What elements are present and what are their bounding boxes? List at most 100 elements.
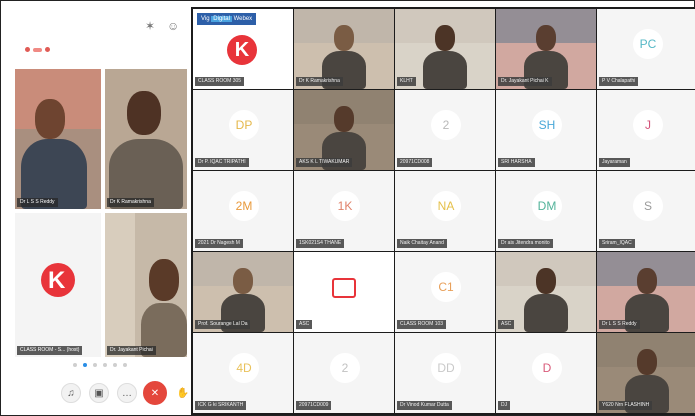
badge-prefix: Vig [201,16,210,22]
page-indicator[interactable] [73,363,127,367]
participant-tile[interactable]: Y620 Nrn FLASHINH [597,333,695,413]
page-dot[interactable] [93,363,97,367]
participant-head [127,91,161,135]
participant-tile[interactable]: Dr L S S Reddy [597,252,695,332]
page-dot[interactable] [103,363,107,367]
page-dot[interactable] [73,363,77,367]
participant-name: Dr ais Jitendra monito [498,239,553,248]
participant-name: Jayaraman [599,158,630,167]
video-icon[interactable]: ▣ [89,383,109,403]
participant-initials: DP [229,110,259,140]
participant-name: 2021 Dr Nagesh M [195,239,243,248]
participant-name: Naik Chaitay Anand [397,239,447,248]
person-icon[interactable]: ☺ [167,19,179,33]
participant-tile[interactable]: DP Dr P. IQAC TRIPATHI [193,90,293,170]
participant-tile[interactable]: 2 20971CD009 [294,333,394,413]
participant-tile[interactable]: ASC [496,252,596,332]
participant-name: Dr K Ramakrishna [107,198,154,207]
bluetooth-icon[interactable]: ✶ [145,19,155,33]
participant-gallery: Vig Digital Webex K CLASS ROOM 305 Dr K Ram… [191,7,695,415]
participant-initials: D [532,353,562,383]
participant-name: 20971CD008 [397,158,433,167]
rec-bar [33,47,42,52]
participant-name: Dr. Jayakant Pichai [107,346,156,355]
participant-initials: C1 [431,272,461,302]
participant-tile[interactable]: 2 20971CD008 [395,90,495,170]
participant-name: Y620 Nrn FLASHINH [599,401,653,410]
participant-initials: SH [532,110,562,140]
participant-tile[interactable]: C1 CLASS ROOM 103 [395,252,495,332]
participant-initials: DM [532,191,562,221]
participant-name: 1SK021S4 THANE [296,239,345,248]
participant-tile[interactable]: Vig Digital Webex K CLASS ROOM 305 [193,9,293,89]
participant-initials: 2 [330,353,360,383]
participant-initials: PC [633,29,663,59]
participant-tile[interactable]: D DJ [496,333,596,413]
participant-head [233,268,253,294]
participant-tile[interactable]: DM Dr ais Jitendra monito [496,171,596,251]
participant-initials: J [633,110,663,140]
mic-icon[interactable]: ♫ [61,383,81,403]
participant-body [423,51,467,89]
participant-name: Dr. Jayakant Pichai K [498,77,552,86]
participant-name: ASC [296,320,313,329]
phone-meeting-view: ✶ ☺ Dr L S S Reddy Dr K Ramakrishna K CL… [11,7,193,411]
participant-tile[interactable]: 4D ICK G ki SRIKANTH [193,333,293,413]
logo-icon [332,278,356,298]
participant-head [334,106,354,132]
participant-tile[interactable]: Dr K Ramakrishna [294,9,394,89]
logo-letter: K [48,267,66,294]
participant-name: KLHT [397,77,416,86]
participant-initials: 2 [431,110,461,140]
participant-name: Prof. Sourange Lal Da [195,320,251,329]
participant-head [435,25,455,51]
participant-name: Dr L S S Reddy [17,198,58,207]
participant-name: SRI HARSHA [498,158,535,167]
participant-name: DJ [498,401,511,410]
call-controls: ♫ ▣ … ✕ ✋ [47,379,193,409]
participant-initials: 1K [330,191,360,221]
participant-tile[interactable]: PC P V Chalapathi [597,9,695,89]
badge-highlight: Digital [211,16,232,22]
participant-name: P V Chalapathi [599,77,639,86]
participant-name: Dr P. IQAC TRIPATHI [195,158,249,167]
video-background [105,213,135,357]
page-dot-active[interactable] [83,363,87,367]
participant-tile[interactable]: S Sriram_IQAC [597,171,695,251]
participant-tile[interactable]: Dr K Ramakrishna [105,69,187,209]
page-dot[interactable] [113,363,117,367]
participant-name: CLASS ROOM - S... (host) [17,346,83,355]
participant-head [35,99,65,139]
participant-tile[interactable]: Dr. Jayakant Pichai K [496,9,596,89]
participant-initials: 2M [229,191,259,221]
participant-tile[interactable]: Dr L S S Reddy [15,69,101,209]
participant-tile[interactable]: SH SRI HARSHA [496,90,596,170]
participant-tile[interactable]: ASC [294,252,394,332]
participant-tile[interactable]: Dr. Jayakant Pichai [105,213,187,357]
participant-tile[interactable]: J Jayaraman [597,90,695,170]
rec-dot [45,47,50,52]
participant-initials: NA [431,191,461,221]
hand-icon[interactable]: ✋ [173,383,193,403]
participant-tile[interactable]: DD Dr Vinod Kumar Dutta [395,333,495,413]
participant-tile[interactable]: NA Naik Chaitay Anand [395,171,495,251]
rec-dot [25,47,30,52]
participant-name: CLASS ROOM 103 [397,320,447,329]
participant-initials: S [633,191,663,221]
screenshot-frame: ✶ ☺ Dr L S S Reddy Dr K Ramakrishna K CL… [0,0,695,416]
participant-tile[interactable]: Prof. Sourange Lal Da [193,252,293,332]
participant-name: ICK G ki SRIKANTH [195,401,247,410]
participant-head [536,25,556,51]
participant-head [149,259,179,301]
participant-tile[interactable]: AKS K L TIWAKUMAR [294,90,394,170]
participant-tile[interactable]: 1K 1SK021S4 THANE [294,171,394,251]
end-call-icon[interactable]: ✕ [143,381,167,405]
recording-indicator [25,47,50,52]
page-dot[interactable] [123,363,127,367]
participant-tile[interactable]: K CLASS ROOM - S... (host) [15,213,101,357]
participant-name: ASC [498,320,515,329]
participant-tile[interactable]: 2M 2021 Dr Nagesh M [193,171,293,251]
participant-head [637,268,657,294]
participant-tile[interactable]: KLHT [395,9,495,89]
more-icon[interactable]: … [117,383,137,403]
